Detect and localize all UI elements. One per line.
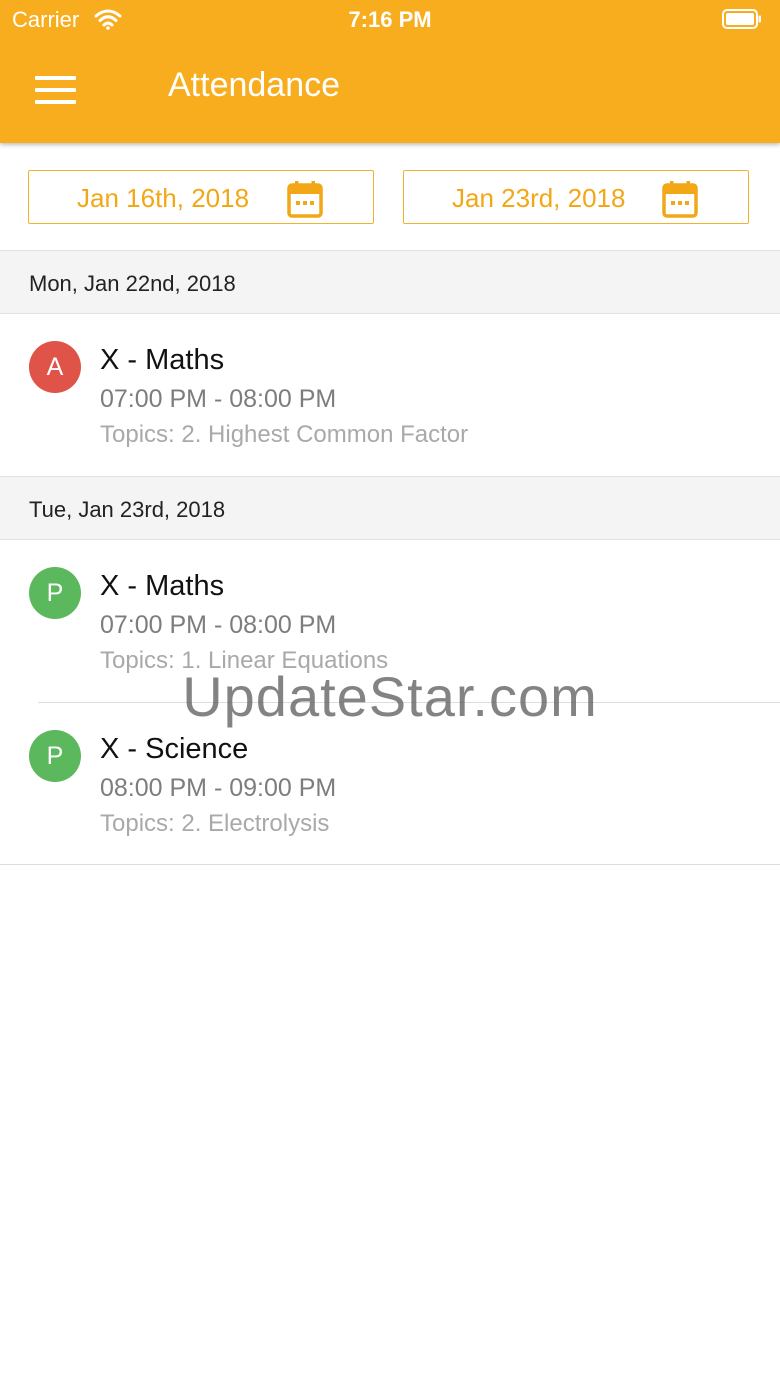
section-date: Tue, Jan 23rd, 2018 xyxy=(29,497,226,522)
clock-label: 7:16 PM xyxy=(348,7,432,32)
hamburger-menu-icon[interactable] xyxy=(30,70,82,110)
attendance-row[interactable]: A X - Maths 07:00 PM - 08:00 PM Topics: … xyxy=(0,314,780,476)
watermark: UpdateStar.com xyxy=(182,665,598,728)
section-header: Tue, Jan 23rd, 2018 xyxy=(0,476,780,540)
present-badge: P xyxy=(29,567,81,619)
list-bottom-divider xyxy=(0,864,780,865)
section-date: Mon, Jan 22nd, 2018 xyxy=(29,271,236,296)
from-date-picker[interactable]: Jan 16th, 2018 xyxy=(28,170,374,224)
to-date-label: Jan 23rd, 2018 xyxy=(452,183,626,213)
calendar-icon xyxy=(287,181,323,218)
absent-badge: A xyxy=(29,341,81,393)
to-date-picker[interactable]: Jan 23rd, 2018 xyxy=(403,170,749,224)
time-label: 08:00 PM - 09:00 PM xyxy=(100,774,337,802)
page-title: Attendance xyxy=(168,66,341,104)
battery-icon xyxy=(722,9,761,29)
time-label: 07:00 PM - 08:00 PM xyxy=(100,611,337,639)
topics-label: Topics: 2. Electrolysis xyxy=(100,810,330,837)
present-badge: P xyxy=(29,730,81,782)
calendar-icon xyxy=(662,181,698,218)
from-date-label: Jan 16th, 2018 xyxy=(77,183,250,213)
topics-label: Topics: 2. Highest Common Factor xyxy=(100,421,469,448)
app-bar: Carrier 7:16 PM Attendance xyxy=(0,0,780,143)
subject-label: X - Maths xyxy=(100,570,225,602)
subject-label: X - Science xyxy=(100,733,249,765)
time-label: 07:00 PM - 08:00 PM xyxy=(100,385,337,413)
subject-label: X - Maths xyxy=(100,344,225,376)
section-header: Mon, Jan 22nd, 2018 xyxy=(0,250,780,314)
